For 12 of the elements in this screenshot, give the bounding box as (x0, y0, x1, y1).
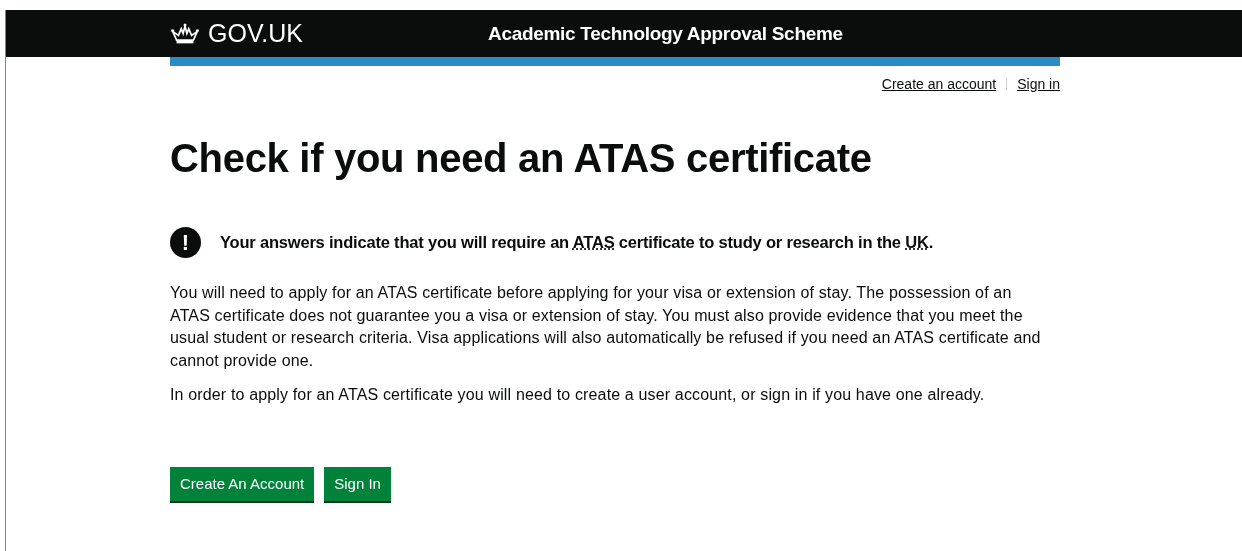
warning-icon: ! (170, 227, 201, 258)
govuk-logo-link[interactable]: GOV.UK (170, 19, 488, 48)
action-button[interactable]: Create An Account (170, 466, 315, 501)
page-heading: Check if you need an ATAS certificate (170, 136, 873, 181)
body-paragraph: You will need to apply for an ATAS certificate before applying for your visa or extension of stay. The possession of an ATAS certificate does not guarantee you a visa or extension of stay. You must also provide evidence that you meet the usual student or research criteria. Visa applications will also automatically be refused if you need an ATAS certificate and cannot provide one. (170, 283, 1042, 371)
account-link[interactable]: Sign in (1017, 76, 1060, 92)
account-link[interactable]: Create an account (881, 76, 997, 92)
crown-icon (170, 23, 200, 44)
action-button[interactable]: Sign In (324, 466, 391, 501)
body-paragraph: In order to apply for an ATAS certificate you will need to create a user account, or sign in if you have one already. (170, 385, 986, 405)
warning-text: Your answers indicate that you will require an ATAS certificate to study or research in the UK. (220, 233, 933, 252)
service-name[interactable]: Academic Technology Approval Scheme (488, 22, 843, 45)
